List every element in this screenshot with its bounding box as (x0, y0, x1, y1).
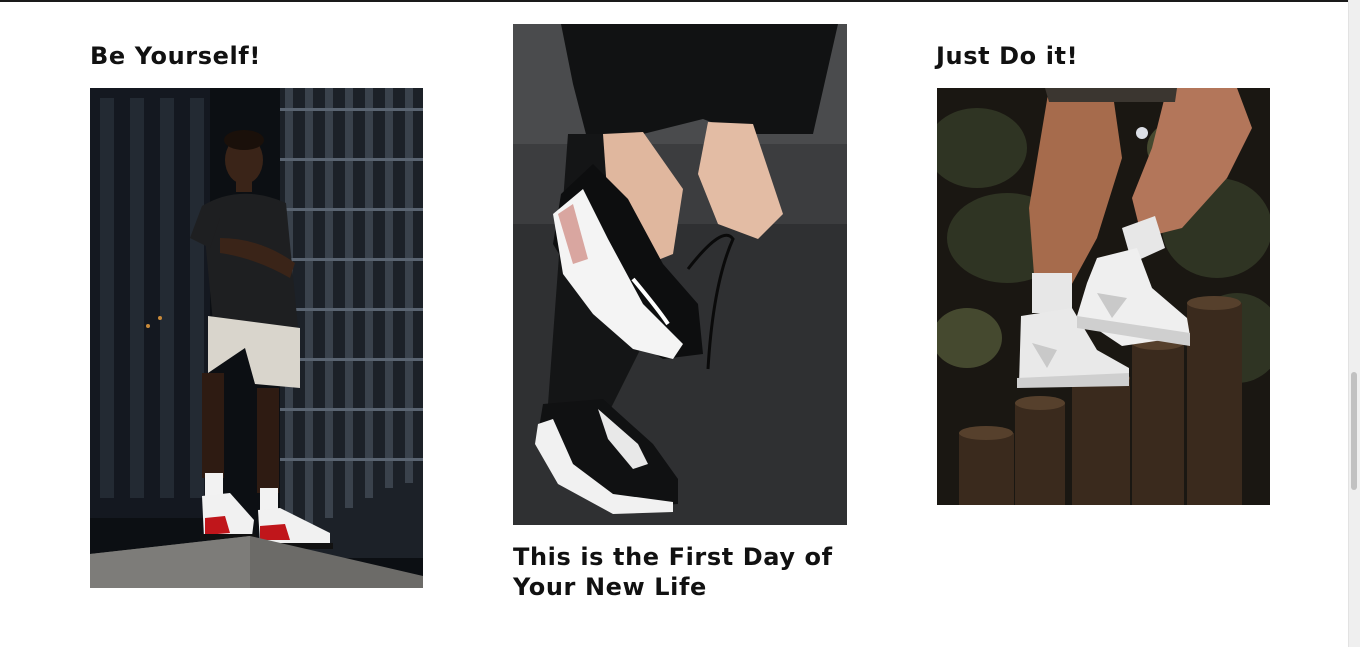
photo-hands-lacing-sneaker-icon (513, 24, 847, 525)
card-image-hands-lacing-sneaker[interactable] (513, 24, 847, 525)
card-title-first-day: This is the First Day of Your New Life (513, 543, 833, 601)
top-divider (0, 0, 1348, 2)
vertical-scrollbar[interactable] (1348, 0, 1360, 647)
card-title-just-do-it: Just Do it! (936, 42, 1079, 70)
photo-legs-white-high-top-sneakers-icon (937, 88, 1270, 505)
card-image-white-high-tops[interactable] (937, 88, 1270, 505)
card-title-be-yourself: Be Yourself! (90, 42, 261, 70)
photo-man-standing-icon (90, 88, 423, 588)
product-gallery-page: Be Yourself! This is the First Day of Yo… (0, 0, 1360, 647)
card-image-man-standing[interactable] (90, 88, 423, 588)
scrollbar-thumb[interactable] (1351, 372, 1357, 490)
